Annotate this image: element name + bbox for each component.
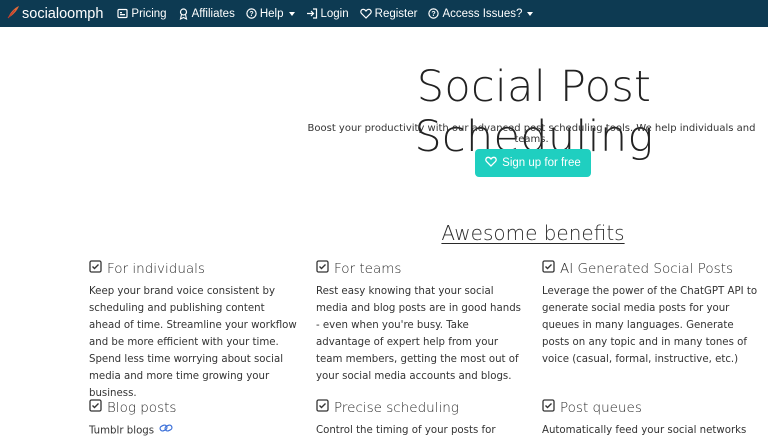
page-title: Social Post Scheduling <box>414 62 654 162</box>
feature-desc: Automatically feed your social networks <box>542 425 747 436</box>
checkbox-icon <box>316 260 334 277</box>
help-icon: ? <box>428 8 440 19</box>
top-navbar: socialoomph Pricing Affiliates ? Help Lo… <box>0 0 768 27</box>
nav-access-issues-label: Access Issues? <box>442 7 523 20</box>
feature-desc-row: Tumblr blogs <box>89 422 299 440</box>
nav-register[interactable]: Register <box>359 7 418 20</box>
feature-desc: Rest easy knowing that your social media… <box>316 286 521 382</box>
nav-login[interactable]: Login <box>306 8 349 20</box>
feature-blog-posts: Blog posts Tumblr blogs <box>89 399 299 440</box>
nav-pricing-label: Pricing <box>131 7 167 20</box>
feature-for-individuals: For individuals Keep your brand voice co… <box>89 260 299 402</box>
feature-desc: Keep your brand voice consistent by sche… <box>89 286 297 399</box>
svg-text:?: ? <box>432 11 436 18</box>
nav-login-label: Login <box>320 7 349 20</box>
hero-subtitle: Boost your productivity with our advance… <box>307 123 756 145</box>
benefits-heading: Awesome benefits <box>441 221 625 245</box>
feature-post-queues: Post queues Automatically feed your soci… <box>542 399 760 439</box>
feature-desc: Tumblr blogs <box>89 425 155 437</box>
checkbox-icon <box>542 260 560 277</box>
brand-name: socialoomph <box>22 5 104 22</box>
chevron-down-icon <box>288 11 295 16</box>
feature-title: Blog posts <box>107 399 177 416</box>
feature-title: Precise scheduling <box>334 399 459 416</box>
login-icon <box>306 8 318 19</box>
feature-for-teams: For teams Rest easy knowing that your so… <box>316 260 526 385</box>
feature-title: AI Generated Social Posts <box>560 260 734 277</box>
nav-affiliates-label: Affiliates <box>191 7 235 20</box>
nav-affiliates[interactable]: Affiliates <box>178 8 235 20</box>
feature-desc: Control the timing of your posts for <box>316 425 496 436</box>
feature-title: For individuals <box>107 260 205 277</box>
nav-help-label: Help <box>259 7 284 20</box>
svg-text:?: ? <box>249 11 253 18</box>
checkbox-icon <box>89 399 107 416</box>
heart-icon <box>359 8 372 19</box>
checkbox-icon <box>542 399 560 416</box>
feature-precise-scheduling: Precise scheduling Control the timing of… <box>316 399 526 439</box>
feature-title: For teams <box>334 260 402 277</box>
heart-icon <box>485 156 502 170</box>
nav-pricing[interactable]: Pricing <box>117 7 167 20</box>
chevron-down-icon <box>527 11 534 16</box>
brand-logo-link[interactable]: socialoomph <box>6 5 103 23</box>
nav-help-dropdown[interactable]: ? Help <box>246 8 295 20</box>
signup-button[interactable]: Sign up for free <box>475 149 591 177</box>
pricing-icon <box>117 8 129 19</box>
help-icon: ? <box>246 8 257 19</box>
feature-desc: Leverage the power of the ChatGPT API to… <box>542 286 758 365</box>
feather-icon <box>6 5 22 23</box>
feature-ai-generated: AI Generated Social Posts Leverage the p… <box>542 260 760 368</box>
checkbox-icon <box>89 260 107 277</box>
checkbox-icon <box>316 399 334 416</box>
link-icon[interactable] <box>159 422 173 439</box>
nav-access-issues-dropdown[interactable]: ? Access Issues? <box>428 7 534 20</box>
feature-title: Post queues <box>560 399 642 416</box>
signup-button-label: Sign up for free <box>502 157 581 169</box>
nav-register-label: Register <box>374 7 418 20</box>
affiliates-icon <box>178 7 189 20</box>
